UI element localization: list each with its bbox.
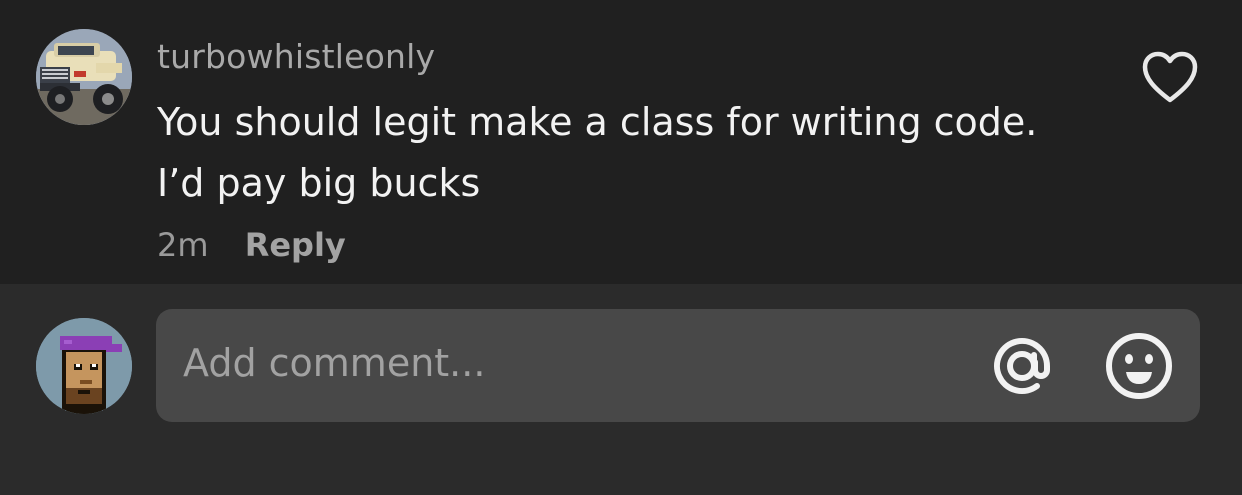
truck-photo-icon	[36, 29, 132, 125]
add-comment-input[interactable]: Add comment...	[156, 309, 1200, 422]
at-sign-icon	[994, 338, 1050, 394]
smiley-face-icon	[1106, 333, 1172, 399]
heart-outline-icon	[1142, 51, 1198, 103]
pixel-character-avatar-icon	[36, 318, 132, 414]
mention-button[interactable]	[985, 329, 1059, 403]
comment-item: turbowhistleonly You should legit make a…	[0, 0, 1242, 284]
emoji-button[interactable]	[1102, 329, 1176, 403]
commenter-avatar[interactable]	[36, 29, 132, 125]
comment-body: You should legit make a class for writin…	[157, 92, 1117, 214]
comment-meta: 2m Reply	[157, 226, 346, 264]
comments-screen: turbowhistleonly You should legit make a…	[0, 0, 1242, 495]
like-button[interactable]	[1140, 50, 1200, 106]
comment-timestamp: 2m	[157, 226, 209, 264]
reply-button[interactable]: Reply	[245, 226, 346, 264]
comment-text-line: I’d pay big bucks	[157, 161, 481, 205]
add-comment-placeholder: Add comment...	[183, 341, 486, 385]
comment-username[interactable]: turbowhistleonly	[157, 37, 435, 76]
comment-text-line: You should legit make a class for writin…	[157, 100, 1038, 144]
comment-composer: Add comment...	[0, 284, 1242, 495]
current-user-avatar[interactable]	[36, 318, 132, 414]
